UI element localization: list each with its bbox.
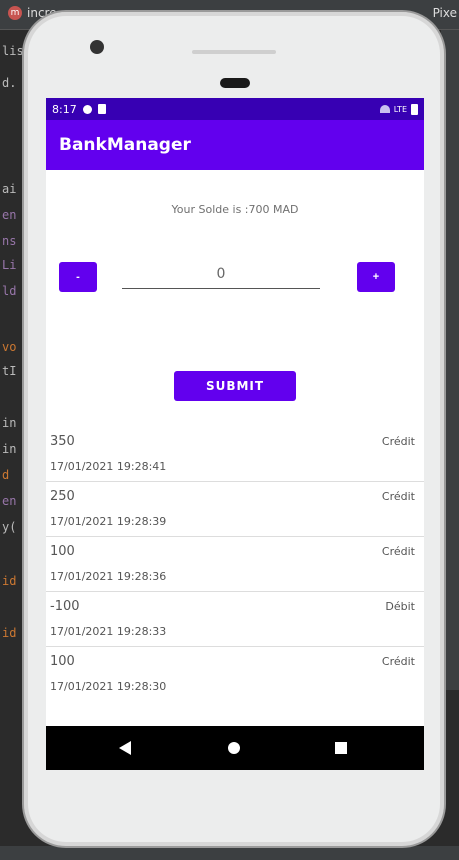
list-item[interactable]: 350 17/01/2021 19:28:41 Crédit xyxy=(46,427,424,482)
increment-button[interactable]: + xyxy=(357,262,395,292)
network-type: LTE xyxy=(393,104,407,114)
transaction-date: 17/01/2021 19:28:39 xyxy=(50,515,167,528)
list-item[interactable]: 100 17/01/2021 19:28:36 Crédit xyxy=(46,537,424,592)
notification-icon xyxy=(82,104,92,114)
transaction-amount: -100 xyxy=(50,599,80,614)
home-icon[interactable] xyxy=(228,742,240,754)
list-item[interactable]: 250 17/01/2021 19:28:39 Crédit xyxy=(46,482,424,537)
code-fragment: ld xyxy=(2,284,17,298)
list-item[interactable]: 100 17/01/2021 19:28:30 Crédit xyxy=(46,647,424,702)
transaction-type: Débit xyxy=(385,600,415,613)
recent-apps-icon[interactable] xyxy=(335,742,347,754)
decrement-button[interactable]: - xyxy=(59,262,97,292)
transaction-list[interactable]: 350 17/01/2021 19:28:41 Crédit 250 17/01… xyxy=(46,427,424,702)
transaction-type: Crédit xyxy=(381,655,415,668)
code-fragment: ns xyxy=(2,234,17,248)
ide-tab-device[interactable]: Pixe xyxy=(433,6,457,20)
ide-tab-device-label: Pixe xyxy=(432,6,457,20)
app-title: BankManager xyxy=(59,135,191,155)
code-fragment: id xyxy=(2,574,17,588)
code-fragment: in xyxy=(2,416,17,430)
wifi-icon xyxy=(379,105,390,113)
code-fragment: Li xyxy=(2,258,17,272)
navigation-bar xyxy=(46,726,424,770)
transaction-type: Crédit xyxy=(381,545,415,558)
list-item[interactable]: -100 17/01/2021 19:28:33 Débit xyxy=(46,592,424,647)
status-time: 8:17 xyxy=(52,102,77,116)
code-fragment: in xyxy=(2,442,17,456)
transaction-date: 17/01/2021 19:28:41 xyxy=(50,460,167,473)
code-fragment: id xyxy=(2,626,17,640)
balance-text: Your Solde is :700 MAD xyxy=(171,203,299,216)
amount-stepper: - + xyxy=(46,216,424,296)
transaction-date: 17/01/2021 19:28:33 xyxy=(50,625,167,638)
transaction-type: Crédit xyxy=(381,490,415,503)
transaction-date: 17/01/2021 19:28:36 xyxy=(50,570,167,583)
transaction-amount: 100 xyxy=(50,544,75,559)
code-fragment: tI xyxy=(2,364,17,378)
code-fragment: y( xyxy=(2,520,17,534)
code-fragment: en xyxy=(2,208,17,222)
code-fragment: d. xyxy=(2,76,17,90)
code-fragment: d xyxy=(2,468,10,482)
app-bar: BankManager xyxy=(46,120,424,170)
proximity-sensor xyxy=(220,78,250,88)
sd-card-icon xyxy=(97,104,106,114)
transaction-amount: 350 xyxy=(50,434,75,449)
battery-icon xyxy=(411,103,418,115)
transaction-type: Crédit xyxy=(381,435,415,448)
amount-input[interactable] xyxy=(122,259,320,289)
device-screen: 8:17 LTE BankManager Your Solde is :700 … xyxy=(46,98,424,770)
transaction-amount: 100 xyxy=(50,654,75,669)
earpiece-speaker xyxy=(192,50,276,54)
transaction-amount: 250 xyxy=(50,489,75,504)
code-fragment: vo xyxy=(2,340,17,354)
code-fragment: en xyxy=(2,494,17,508)
transaction-date: 17/01/2021 19:28:30 xyxy=(50,680,167,693)
status-bar: 8:17 LTE xyxy=(46,98,424,120)
front-camera xyxy=(90,40,104,54)
code-fragment: ai xyxy=(2,182,17,196)
ide-status-strip xyxy=(0,846,459,860)
back-icon[interactable] xyxy=(119,741,131,755)
module-icon: m xyxy=(8,6,22,20)
submit-button[interactable]: SUBMIT xyxy=(174,371,296,401)
